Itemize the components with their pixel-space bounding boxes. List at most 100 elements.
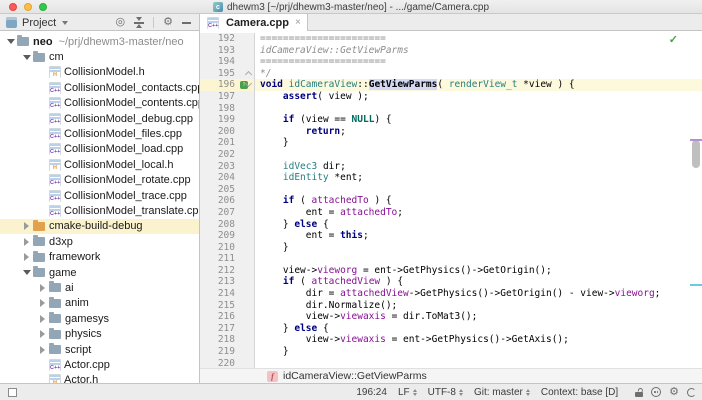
gear-icon[interactable]: ⚙ — [669, 387, 679, 398]
code-line-216[interactable]: 216 view->viewaxis = dir.ToMat3(); — [200, 311, 702, 323]
tree-item-collisionmodel-local-h[interactable]: HCollisionModel_local.h — [0, 157, 199, 172]
code-line-218[interactable]: 218 view->viewaxis = ent->GetPhysics()->… — [200, 334, 702, 346]
chevron-down-icon[interactable] — [62, 21, 68, 25]
encoding-widget[interactable]: UTF-8 — [428, 387, 463, 398]
tree-chevron-icon[interactable] — [37, 315, 48, 323]
code-line-219[interactable]: 219 } — [200, 346, 702, 358]
toolwindow-toggle-icon[interactable] — [8, 388, 17, 397]
code-line-194[interactable]: 194====================== — [200, 56, 702, 68]
line-number[interactable]: 211 — [200, 253, 238, 265]
code-line-206[interactable]: 206 if ( attachedTo ) { — [200, 195, 702, 207]
code-line-214[interactable]: 214 dir = attachedView->GetPhysics()->Ge… — [200, 288, 702, 300]
code-line-212[interactable]: 212 view->vieworg = ent->GetPhysics()->G… — [200, 265, 702, 277]
code-line-207[interactable]: 207 ent = attachedTo; — [200, 207, 702, 219]
line-number[interactable]: 205 — [200, 184, 238, 196]
tree-chevron-icon[interactable] — [37, 346, 48, 354]
tree-item-script[interactable]: script — [0, 342, 199, 357]
code-line-199[interactable]: 199 if (view == NULL) { — [200, 114, 702, 126]
tree-item-collisionmodel-files-cpp[interactable]: C++CollisionModel_files.cpp — [0, 126, 199, 141]
code-line-205[interactable]: 205 — [200, 184, 702, 196]
tree-item-collisionmodel-h[interactable]: HCollisionModel.h — [0, 65, 199, 80]
tree-item-cm[interactable]: cm — [0, 49, 199, 64]
tree-chevron-icon[interactable] — [21, 222, 32, 230]
context-widget[interactable]: Context: base [D] — [541, 387, 618, 398]
code-line-195[interactable]: 195*/ — [200, 68, 702, 80]
line-ending-widget[interactable]: LF — [398, 387, 417, 398]
tree-item-neo[interactable]: neo~/prj/dhewm3-master/neo — [0, 34, 199, 49]
code-line-215[interactable]: 215 dir.Normalize(); — [200, 300, 702, 312]
line-number[interactable]: 199 — [200, 114, 238, 126]
line-number[interactable]: 208 — [200, 219, 238, 231]
code-line-203[interactable]: 203 idVec3 dir; — [200, 161, 702, 173]
collapse-all-icon[interactable] — [134, 17, 144, 28]
code-line-208[interactable]: 208 } else { — [200, 219, 702, 231]
code-line-201[interactable]: 201 } — [200, 137, 702, 149]
line-number[interactable]: 210 — [200, 242, 238, 254]
fold-marker-icon[interactable] — [245, 71, 252, 78]
line-number[interactable]: 219 — [200, 346, 238, 358]
line-number[interactable]: 203 — [200, 161, 238, 173]
tree-item-collisionmodel-translate-cpp[interactable]: C++CollisionModel_translate.cpp — [0, 203, 199, 218]
tree-item-collisionmodel-contacts-cpp[interactable]: C++CollisionModel_contacts.cpp — [0, 80, 199, 95]
tree-item-collisionmodel-trace-cpp[interactable]: C++CollisionModel_trace.cpp — [0, 188, 199, 203]
line-number[interactable]: 196 — [200, 79, 238, 91]
line-number[interactable]: 193 — [200, 45, 238, 57]
line-number[interactable]: 217 — [200, 323, 238, 335]
code-line-193[interactable]: 193idCameraView::GetViewParms — [200, 45, 702, 57]
tree-chevron-icon[interactable] — [37, 330, 48, 338]
tab-camera-cpp[interactable]: C++ Camera.cpp × — [199, 14, 308, 31]
inspections-ok-icon[interactable]: ✓ — [669, 33, 678, 46]
line-number[interactable]: 214 — [200, 288, 238, 300]
line-number[interactable]: 197 — [200, 91, 238, 103]
line-number[interactable]: 198 — [200, 103, 238, 115]
tree-chevron-icon[interactable] — [21, 253, 32, 261]
code-line-197[interactable]: 197 assert( view ); — [200, 91, 702, 103]
tree-chevron-icon[interactable] — [21, 55, 32, 60]
line-number[interactable]: 192 — [200, 33, 238, 45]
tree-item-game[interactable]: game — [0, 265, 199, 280]
code-line-198[interactable]: 198 — [200, 103, 702, 115]
code-line-202[interactable]: 202 — [200, 149, 702, 161]
background-tasks-icon[interactable] — [687, 388, 696, 397]
tree-item-physics[interactable]: physics — [0, 326, 199, 341]
code-line-220[interactable]: 220 — [200, 358, 702, 368]
hide-panel-icon[interactable] — [182, 22, 191, 24]
tree-item-framework[interactable]: framework — [0, 249, 199, 264]
caret-position[interactable]: 196:24 — [356, 387, 387, 398]
code-line-213[interactable]: 213 if ( attachedView ) { — [200, 276, 702, 288]
project-panel-title[interactable]: Project — [22, 17, 56, 29]
line-number[interactable]: 202 — [200, 149, 238, 161]
tree-item-ai[interactable]: ai — [0, 280, 199, 295]
line-number[interactable]: 209 — [200, 230, 238, 242]
tree-item-collisionmodel-contents-cpp[interactable]: C++CollisionModel_contents.cpp — [0, 96, 199, 111]
tree-item-collisionmodel-debug-cpp[interactable]: C++CollisionModel_debug.cpp — [0, 111, 199, 126]
line-number[interactable]: 194 — [200, 56, 238, 68]
code-line-196[interactable]: 196↑void idCameraView::GetViewParms( ren… — [200, 79, 702, 91]
code-line-204[interactable]: 204 idEntity *ent; — [200, 172, 702, 184]
tree-item-collisionmodel-load-cpp[interactable]: C++CollisionModel_load.cpp — [0, 142, 199, 157]
line-number[interactable]: 218 — [200, 334, 238, 346]
tree-chevron-icon[interactable] — [21, 238, 32, 246]
tree-item-anim[interactable]: anim — [0, 296, 199, 311]
line-number[interactable]: 207 — [200, 207, 238, 219]
locate-file-icon[interactable]: ◎ — [116, 17, 126, 28]
close-tab-icon[interactable]: × — [295, 17, 301, 28]
line-number[interactable]: 216 — [200, 311, 238, 323]
line-number[interactable]: 213 — [200, 276, 238, 288]
line-number[interactable]: 212 — [200, 265, 238, 277]
code-line-217[interactable]: 217 } else { — [200, 323, 702, 335]
tree-item-collisionmodel-rotate-cpp[interactable]: C++CollisionModel_rotate.cpp — [0, 173, 199, 188]
tree-item-gamesys[interactable]: gamesys — [0, 311, 199, 326]
tree-item-d3xp[interactable]: d3xp — [0, 234, 199, 249]
line-number[interactable]: 215 — [200, 300, 238, 312]
tree-chevron-icon[interactable] — [5, 39, 16, 44]
gear-icon[interactable]: ⚙ — [163, 17, 173, 28]
code-line-210[interactable]: 210 } — [200, 242, 702, 254]
code-line-209[interactable]: 209 ent = this; — [200, 230, 702, 242]
line-number[interactable]: 200 — [200, 126, 238, 138]
tree-item-cmake-build-debug[interactable]: cmake-build-debug — [0, 219, 199, 234]
line-number[interactable]: 201 — [200, 137, 238, 149]
line-number[interactable]: 204 — [200, 172, 238, 184]
code-line-211[interactable]: 211 — [200, 253, 702, 265]
editor-scrollbar-thumb[interactable] — [692, 140, 700, 168]
